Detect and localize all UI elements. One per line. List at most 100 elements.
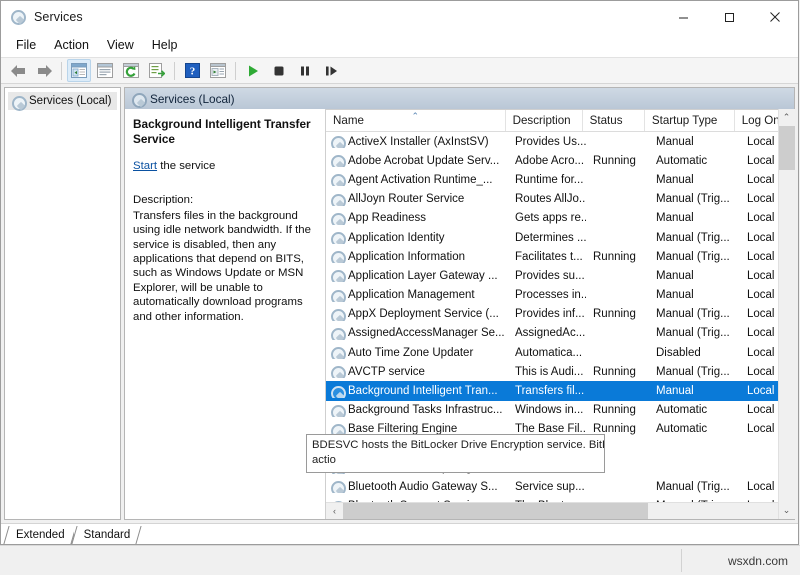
table-row[interactable]: Agent Activation Runtime_...Runtime for.… xyxy=(326,170,794,189)
pause-service-button[interactable] xyxy=(293,59,317,82)
cell-description: AssignedAc... xyxy=(508,327,586,339)
cell-startup-type: Manual xyxy=(649,289,740,301)
table-row[interactable]: Application IdentityDetermines ...Manual… xyxy=(326,228,794,247)
view-tabs: Extended Standard xyxy=(1,523,798,544)
service-name-label: Adobe Acrobat Update Serv... xyxy=(348,155,499,167)
description-text: Transfers files in the background using … xyxy=(133,209,317,324)
cell-description: This is Audi... xyxy=(508,366,586,378)
vertical-scroll-track[interactable] xyxy=(779,126,795,502)
column-header-name-label: Name xyxy=(333,114,364,127)
properties-button[interactable] xyxy=(93,59,117,82)
cell-description: Windows in... xyxy=(508,404,586,416)
cell-description: Transfers fil... xyxy=(508,385,586,397)
column-header-startup-type[interactable]: Startup Type xyxy=(645,110,735,131)
vertical-scrollbar[interactable]: ⌃ ⌄ xyxy=(778,109,794,519)
tooltip-line-1: BDESVC hosts the BitLocker Drive Encrypt… xyxy=(312,438,600,453)
results-pane-header: Services (Local) xyxy=(125,88,794,109)
cell-startup-type: Disabled xyxy=(649,347,740,359)
cell-name: Adobe Acrobat Update Serv... xyxy=(326,154,508,167)
service-detail-panel: Background Intelligent Transfer Service … xyxy=(125,109,325,519)
services-gear-icon xyxy=(330,385,343,398)
cell-name: Application Information xyxy=(326,250,508,263)
cell-startup-type: Manual xyxy=(649,212,740,224)
results-pane-title: Services (Local) xyxy=(150,92,235,106)
vertical-scroll-thumb[interactable] xyxy=(779,126,795,170)
tab-standard[interactable]: Standard xyxy=(74,526,140,544)
table-row[interactable]: App ReadinessGets apps re...ManualLocal … xyxy=(326,209,794,228)
services-gear-icon xyxy=(330,173,343,186)
table-row[interactable]: Adobe Acrobat Update Serv...Adobe Acro..… xyxy=(326,151,794,170)
scroll-up-button[interactable]: ⌃ xyxy=(779,109,795,126)
cell-name: Auto Time Zone Updater xyxy=(326,346,508,359)
window-title: Services xyxy=(34,10,83,24)
cell-status: Running xyxy=(586,308,649,320)
horizontal-scrollbar[interactable]: ‹ › xyxy=(326,502,794,519)
table-row[interactable]: Application ManagementProcesses in...Man… xyxy=(326,286,794,305)
table-row[interactable]: ActiveX Installer (AxInstSV)Provides Us.… xyxy=(326,132,794,151)
table-row[interactable]: Application Layer Gateway ...Provides su… xyxy=(326,266,794,285)
scroll-down-button[interactable]: ⌄ xyxy=(779,502,795,519)
menu-action[interactable]: Action xyxy=(45,34,98,56)
minimize-button[interactable] xyxy=(660,1,706,33)
start-service-link[interactable]: Start xyxy=(133,160,157,172)
service-name-label: AssignedAccessManager Se... xyxy=(348,327,505,339)
table-row[interactable]: AppX Deployment Service (...Provides inf… xyxy=(326,305,794,324)
menu-view[interactable]: View xyxy=(98,34,143,56)
column-header-name[interactable]: Name ⌃ xyxy=(326,110,506,131)
show-hide-console-tree-button[interactable] xyxy=(67,59,91,82)
cell-name: AllJoyn Router Service xyxy=(326,193,508,206)
services-gear-icon xyxy=(11,95,24,108)
cell-name: Background Tasks Infrastruc... xyxy=(326,404,508,417)
service-name-label: Background Tasks Infrastruc... xyxy=(348,404,502,416)
tooltip-line-2: actio xyxy=(312,453,600,468)
sort-ascending-icon: ⌃ xyxy=(412,111,420,122)
service-name-label: Auto Time Zone Updater xyxy=(348,347,473,359)
table-row[interactable]: Bluetooth Audio Gateway S...Service sup.… xyxy=(326,477,794,496)
horizontal-scroll-thumb[interactable] xyxy=(343,503,648,519)
maximize-button[interactable] xyxy=(706,1,752,33)
sidebar-item-label: Services (Local) xyxy=(29,95,111,107)
table-row[interactable]: AllJoyn Router ServiceRoutes AllJo...Man… xyxy=(326,190,794,209)
service-name-label: Bluetooth Audio Gateway S... xyxy=(348,481,498,493)
cell-description: Processes in... xyxy=(508,289,586,301)
table-row[interactable]: Application InformationFacilitates t...R… xyxy=(326,247,794,266)
services-gear-icon xyxy=(10,9,26,25)
cell-startup-type: Manual (Trig... xyxy=(649,308,740,320)
export-list-button[interactable] xyxy=(145,59,169,82)
services-gear-icon xyxy=(330,327,343,340)
show-hide-action-pane-button[interactable] xyxy=(206,59,230,82)
help-button[interactable]: ? xyxy=(180,59,204,82)
column-header-status[interactable]: Status xyxy=(583,110,645,131)
window-body: Services (Local) Services (Local) Backgr… xyxy=(1,84,798,523)
cell-startup-type: Manual (Trig... xyxy=(649,193,740,205)
cell-startup-type: Manual xyxy=(649,270,740,282)
column-header-description[interactable]: Description xyxy=(506,110,583,131)
scroll-left-button[interactable]: ‹ xyxy=(326,503,343,519)
cell-name: AppX Deployment Service (... xyxy=(326,308,508,321)
stop-service-button[interactable] xyxy=(267,59,291,82)
table-row[interactable]: Background Intelligent Tran... Transfers … xyxy=(326,381,794,400)
close-button[interactable] xyxy=(752,1,798,33)
start-service-button[interactable] xyxy=(241,59,265,82)
table-row[interactable]: AVCTP serviceThis is Audi...RunningManua… xyxy=(326,362,794,381)
cell-name: Background Intelligent Tran... xyxy=(326,385,508,398)
refresh-button[interactable] xyxy=(119,59,143,82)
table-row[interactable]: Auto Time Zone UpdaterAutomatica...Disab… xyxy=(326,343,794,362)
forward-button[interactable] xyxy=(32,59,56,82)
restart-service-button[interactable] xyxy=(319,59,343,82)
tab-extended[interactable]: Extended xyxy=(6,526,74,544)
back-button[interactable] xyxy=(6,59,30,82)
cell-startup-type: Manual (Trig... xyxy=(649,232,740,244)
service-name-label: ActiveX Installer (AxInstSV) xyxy=(348,136,489,148)
table-row[interactable]: AssignedAccessManager Se...AssignedAc...… xyxy=(326,324,794,343)
toolbar-separator-2 xyxy=(174,62,175,80)
cell-description: Determines ... xyxy=(508,232,586,244)
menu-help[interactable]: Help xyxy=(143,34,187,56)
menu-file[interactable]: File xyxy=(7,34,45,56)
sidebar-item-services-local[interactable]: Services (Local) xyxy=(8,92,117,110)
horizontal-scroll-track[interactable] xyxy=(343,503,777,519)
service-name-label: Background Intelligent Tran... xyxy=(348,385,498,397)
cell-status: Running xyxy=(586,155,649,167)
results-pane: Services (Local) Background Intelligent … xyxy=(124,87,795,520)
table-row[interactable]: Background Tasks Infrastruc... Windows in… xyxy=(326,401,794,420)
